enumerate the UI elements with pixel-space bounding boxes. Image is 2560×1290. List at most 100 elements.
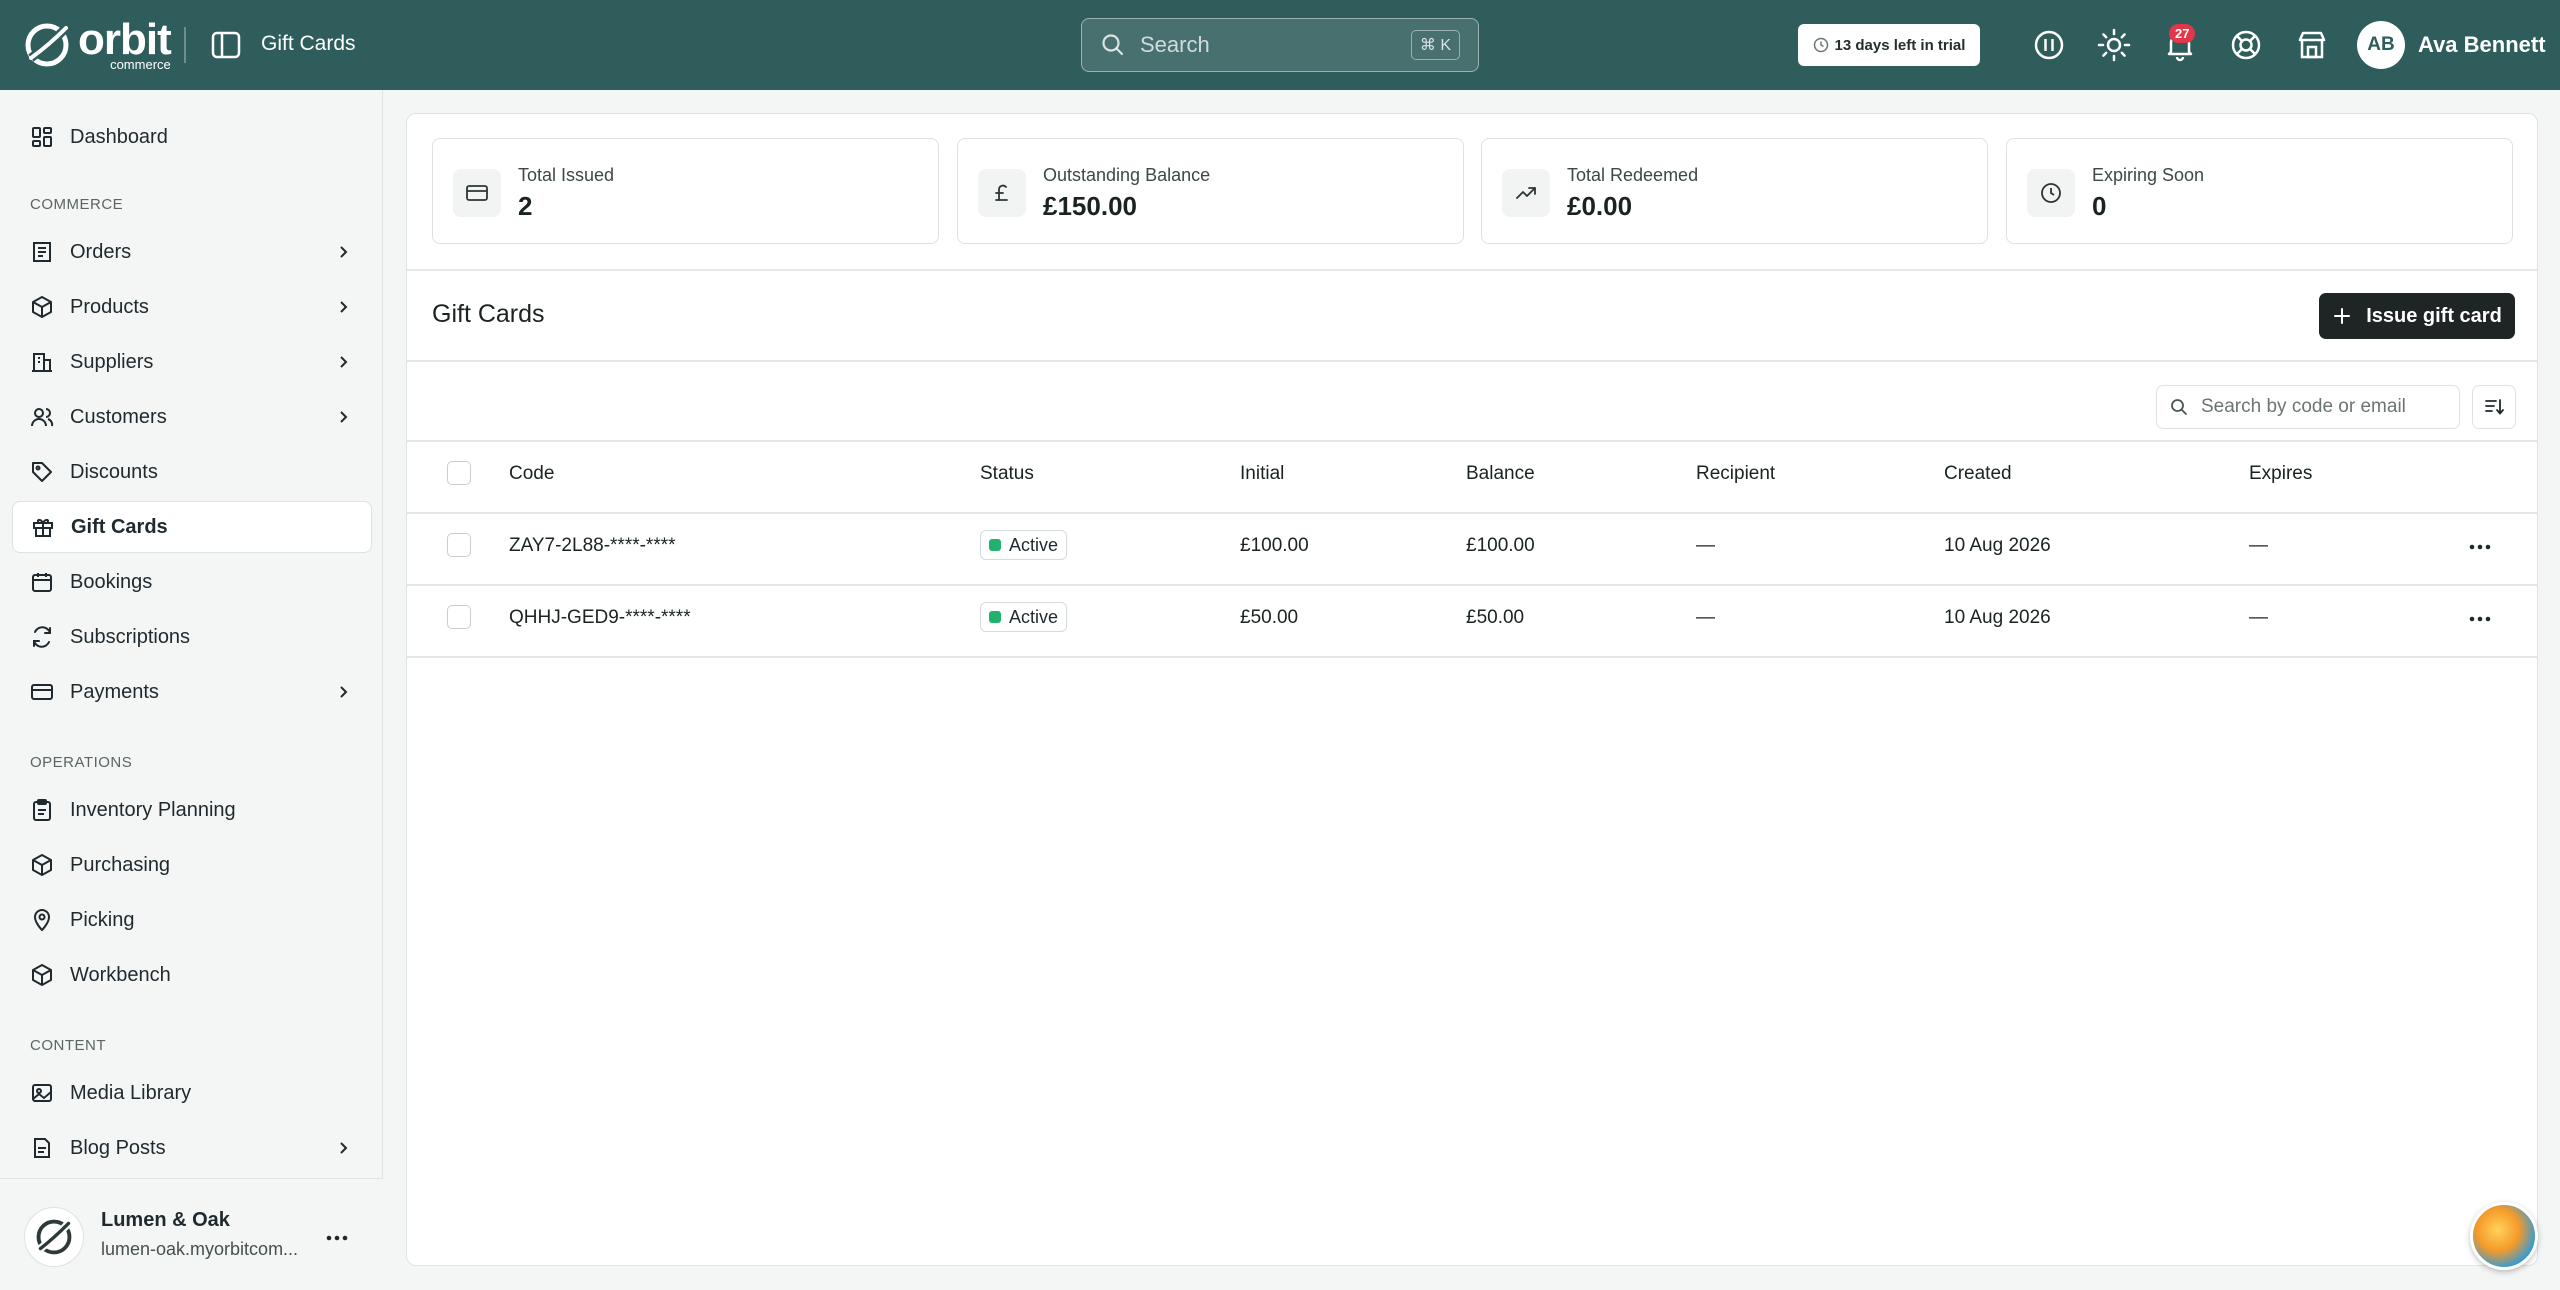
status-dot [989, 611, 1001, 623]
column-header-recipient[interactable]: Recipient [1696, 463, 1775, 485]
table-search-input[interactable]: Search by code or email [2156, 385, 2460, 429]
sidebar-item-discounts[interactable]: Discounts [12, 446, 372, 498]
stat-value: £150.00 [1043, 191, 1137, 221]
stat-label: Expiring Soon [2092, 165, 2205, 185]
search-placeholder: Search [1140, 32, 1210, 57]
divider [407, 360, 2537, 362]
building-icon [32, 353, 52, 372]
section-label-commerce: COMMERCE [30, 196, 124, 213]
clock-icon [2041, 183, 2061, 203]
image-icon [32, 1084, 52, 1102]
brand-logo[interactable]: orbit commerce [22, 18, 172, 72]
status-badge: Active [980, 530, 1068, 560]
issue-gift-card-button[interactable]: Issue gift card [2319, 293, 2515, 339]
column-header-status[interactable]: Status [980, 463, 1034, 485]
sidebar-item-workbench[interactable]: Workbench [12, 949, 372, 1001]
user-avatar[interactable]: AB [2357, 21, 2405, 69]
sidebar-item-gift-cards[interactable]: Gift Cards [12, 501, 372, 553]
tag-icon [32, 462, 52, 482]
cell-recipient: — [1696, 535, 1715, 556]
section-label-content: CONTENT [30, 1037, 106, 1054]
search-icon [2171, 399, 2187, 415]
stat-card-total-redeemed: Total Redeemed £0.00 [1481, 138, 1988, 244]
column-header-code[interactable]: Code [509, 463, 554, 485]
section-label-operations: OPERATIONS [30, 754, 133, 771]
sidebar-item-orders[interactable]: Orders [12, 226, 372, 278]
assistant-launcher-button[interactable] [2470, 1202, 2538, 1270]
sidebar-item-picking[interactable]: Picking [12, 894, 372, 946]
sidebar-item-label: Purchasing [70, 853, 171, 876]
storefront-icon[interactable] [2294, 27, 2330, 63]
sidebar-item-inventory-planning[interactable]: Inventory Planning [12, 784, 372, 836]
stat-card-expiring-soon: Expiring Soon 0 [2006, 138, 2513, 244]
theme-sun-icon[interactable] [2096, 27, 2132, 63]
status-badge: Active [980, 602, 1068, 632]
stat-label: Total Issued [518, 165, 615, 185]
trial-badge[interactable]: 13 days left in trial [1798, 24, 1980, 66]
store-switcher[interactable]: Lumen & Oak lumen-oak.myorbitcom... [0, 1178, 383, 1290]
status-text: Active [1009, 534, 1059, 555]
stat-label: Outstanding Balance [1043, 165, 1211, 185]
plus-icon [2334, 308, 2351, 324]
pound-icon [995, 184, 1008, 201]
sidebar-item-bookings[interactable]: Bookings [12, 556, 372, 608]
row-checkbox[interactable] [447, 605, 471, 629]
sidebar-item-label: Blog Posts [70, 1136, 166, 1159]
cell-expires: — [2249, 535, 2268, 556]
feedback-icon[interactable] [2031, 27, 2067, 63]
sidebar-item-label: Suppliers [70, 350, 154, 373]
row-checkbox[interactable] [447, 533, 471, 557]
cell-balance: £100.00 [1466, 535, 1535, 556]
cell-code[interactable]: ZAY7-2L88-****-**** [509, 535, 676, 557]
status-dot [989, 539, 1001, 551]
brand-subtitle: commerce [110, 57, 171, 72]
sidebar-item-suppliers[interactable]: Suppliers [12, 336, 372, 388]
sort-button[interactable] [2472, 385, 2516, 429]
cell-created: 10 Aug 2026 [1944, 607, 2051, 628]
column-header-created[interactable]: Created [1944, 463, 2012, 485]
select-all-checkbox[interactable] [447, 461, 471, 485]
sidebar-item-blog-posts[interactable]: Blog Posts [12, 1122, 372, 1174]
divider [407, 440, 2537, 442]
sidebar-item-purchasing[interactable]: Purchasing [12, 839, 372, 891]
sidebar: Dashboard COMMERCE Orders Products Suppl… [0, 90, 383, 1290]
sidebar-item-subscriptions[interactable]: Subscriptions [12, 611, 372, 663]
sidebar-item-products[interactable]: Products [12, 281, 372, 333]
divider [407, 512, 2537, 514]
store-url: lumen-oak.myorbitcom... [101, 1239, 299, 1259]
sidebar-item-label: Workbench [70, 963, 171, 986]
card-icon [466, 185, 488, 201]
sidebar-item-label: Gift Cards [71, 515, 168, 538]
divider [407, 656, 2537, 658]
sidebar-item-customers[interactable]: Customers [12, 391, 372, 443]
row-actions-icon[interactable] [2465, 604, 2495, 634]
section-heading: Gift Cards [432, 300, 545, 328]
sidebar-item-dashboard[interactable]: Dashboard [12, 111, 372, 163]
chevron-right-icon [340, 301, 348, 313]
stat-label: Total Redeemed [1567, 165, 1699, 185]
row-actions-icon[interactable] [2465, 532, 2495, 562]
sidebar-item-media-library[interactable]: Media Library [12, 1067, 372, 1119]
document-icon [34, 1138, 50, 1158]
user-name[interactable]: Ava Bennett [2418, 32, 2546, 58]
chevron-right-icon [340, 356, 348, 368]
cell-balance: £50.00 [1466, 607, 1525, 628]
column-header-initial[interactable]: Initial [1240, 463, 1284, 485]
more-horizontal-icon[interactable] [322, 1223, 352, 1253]
sidebar-toggle-icon[interactable] [210, 30, 242, 60]
box-icon [32, 964, 52, 986]
cell-code[interactable]: QHHJ-GED9-****-**** [509, 607, 691, 629]
store-name: Lumen & Oak [101, 1209, 230, 1231]
help-lifebuoy-icon[interactable] [2228, 27, 2264, 63]
sidebar-item-payments[interactable]: Payments [12, 666, 372, 718]
sidebar-item-label: Media Library [70, 1081, 192, 1104]
notification-badge: 27 [2169, 24, 2196, 43]
map-pin-icon [33, 909, 51, 932]
column-header-expires[interactable]: Expires [2249, 463, 2312, 485]
divider [184, 27, 186, 63]
column-header-balance[interactable]: Balance [1466, 463, 1535, 485]
card-icon [31, 684, 53, 700]
chevron-right-icon [340, 246, 348, 258]
sidebar-item-label: Subscriptions [70, 625, 191, 648]
global-search[interactable]: Search ⌘ K [1081, 18, 1479, 72]
